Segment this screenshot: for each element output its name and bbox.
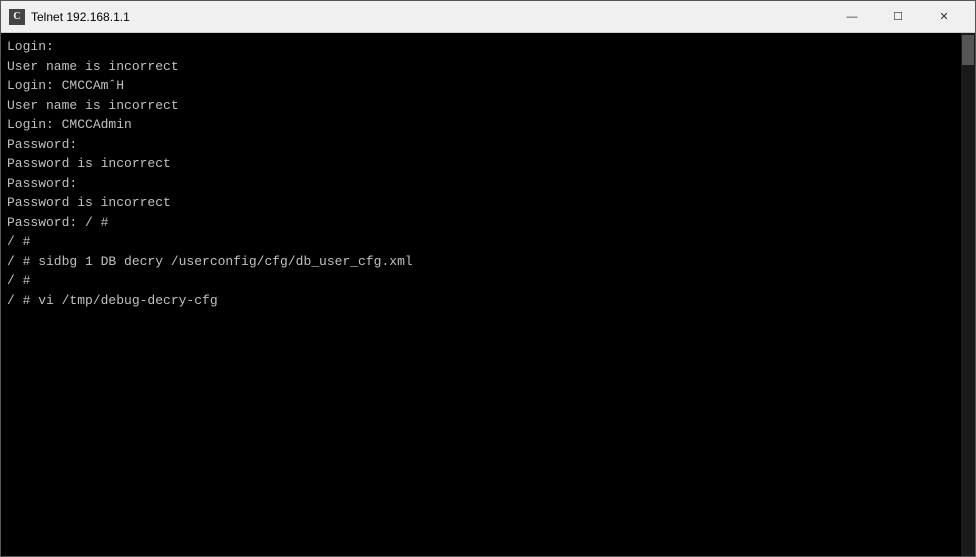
close-button[interactable]: ✕ xyxy=(921,1,967,33)
title-bar-left: C Telnet 192.168.1.1 xyxy=(9,9,130,25)
scrollbar[interactable] xyxy=(961,33,975,556)
terminal-output: Login: User name is incorrect Login: CMC… xyxy=(7,37,969,310)
maximize-button[interactable]: ☐ xyxy=(875,1,921,33)
title-bar-controls: — ☐ ✕ xyxy=(829,1,967,33)
title-bar: C Telnet 192.168.1.1 — ☐ ✕ xyxy=(1,1,975,33)
terminal-icon: C xyxy=(9,9,25,25)
title-bar-text: Telnet 192.168.1.1 xyxy=(31,10,130,24)
window: C Telnet 192.168.1.1 — ☐ ✕ Login: User n… xyxy=(0,0,976,557)
scrollbar-thumb[interactable] xyxy=(962,35,974,65)
terminal-content[interactable]: Login: User name is incorrect Login: CMC… xyxy=(1,33,975,556)
minimize-button[interactable]: — xyxy=(829,1,875,33)
